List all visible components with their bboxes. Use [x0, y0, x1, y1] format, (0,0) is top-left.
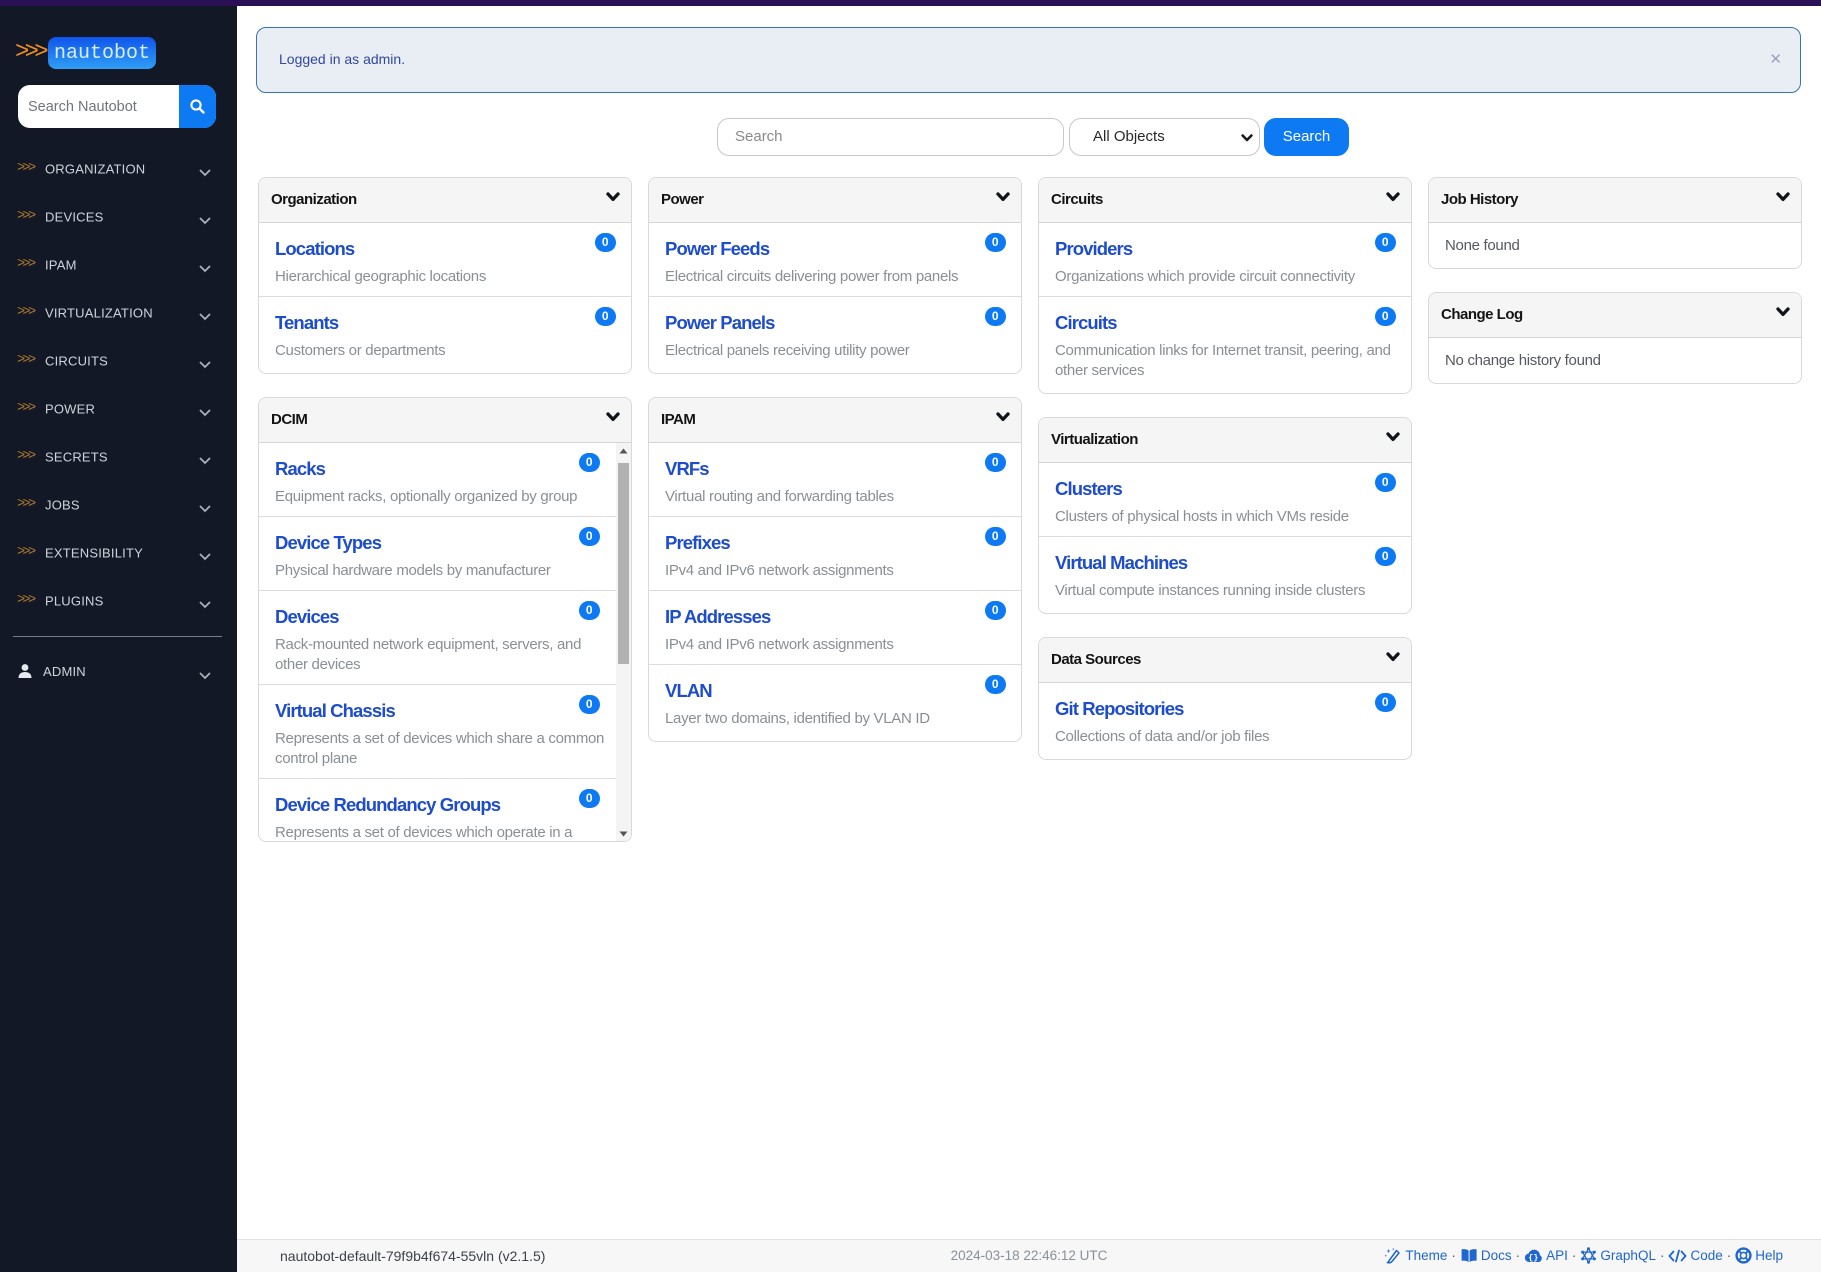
svg-text:{}: {}: [1528, 1253, 1538, 1263]
